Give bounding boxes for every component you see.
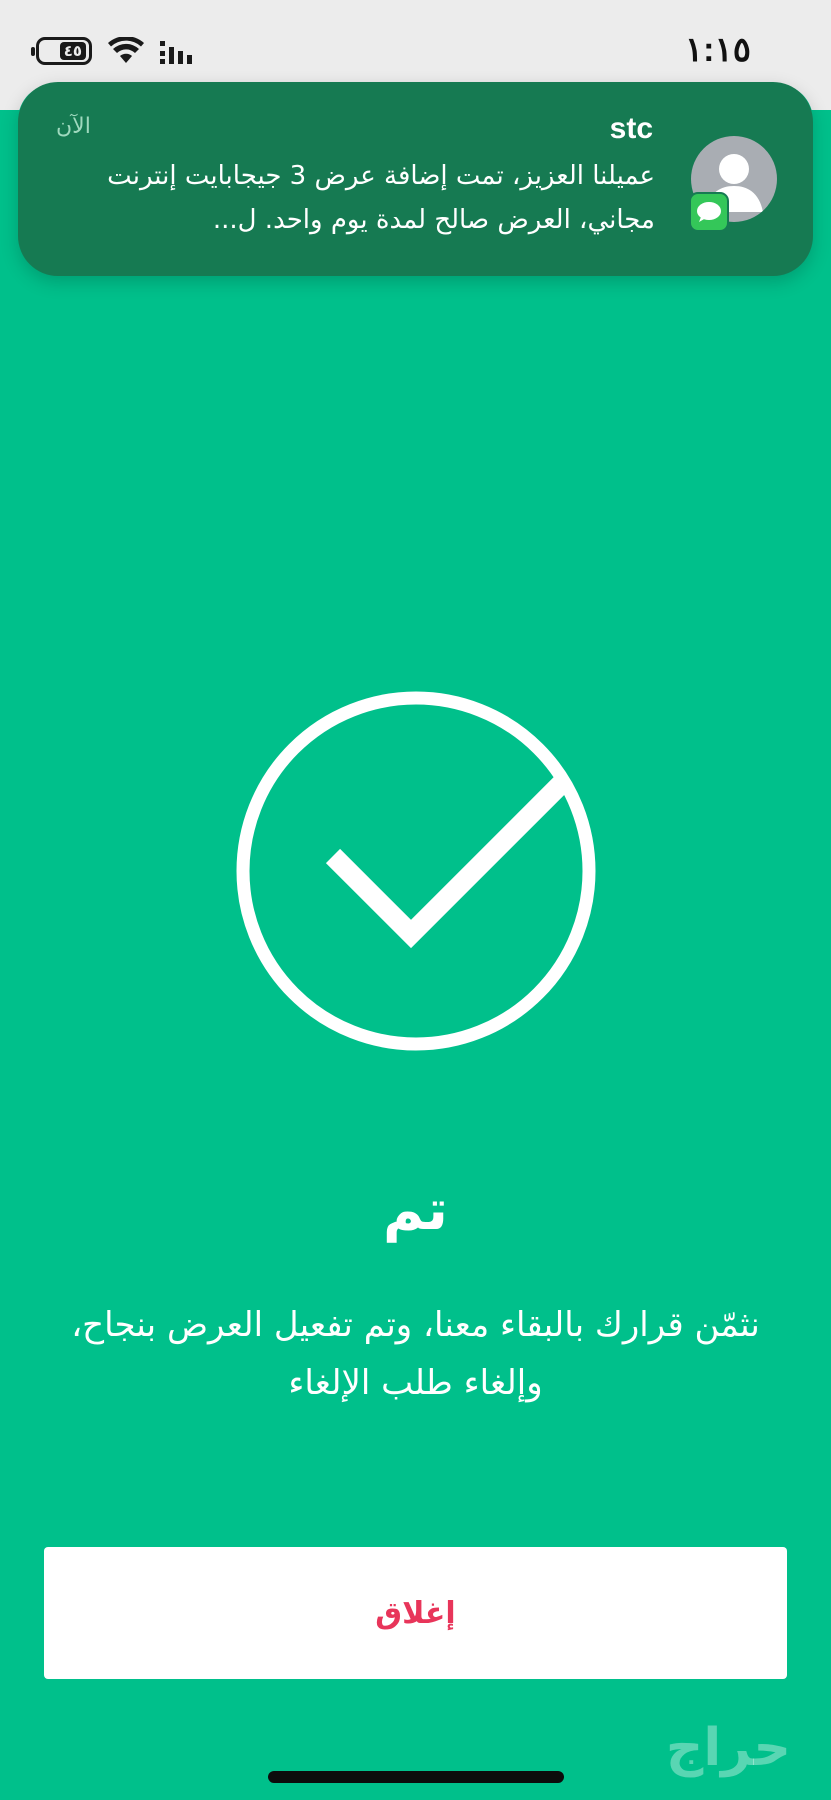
battery-level: ٤٥: [59, 42, 86, 60]
notification-body: عميلنا العزيز، تمت إضافة عرض 3 جيجابايت …: [107, 161, 655, 235]
wifi-icon: [108, 37, 144, 63]
success-check-icon: [236, 691, 596, 1051]
notification-time: الآن: [56, 114, 91, 139]
status-time: ١:١٥: [684, 31, 751, 69]
battery-icon: ٤٥: [31, 37, 92, 65]
notification-banner[interactable]: الآن stc عميلنا العزيز، تمت إضافة عرض 3 …: [18, 82, 813, 276]
home-indicator[interactable]: [268, 1771, 564, 1783]
messages-app-icon: [689, 192, 729, 232]
notification-sender: stc: [609, 112, 653, 145]
success-title: تم: [383, 1178, 448, 1243]
success-message: نثمّن قرارك بالبقاء معنا، وتم تفعيل العر…: [71, 1305, 760, 1403]
close-button[interactable]: إغلاق: [44, 1547, 787, 1679]
status-icons: ٤٥: [31, 34, 196, 68]
cellular-signal-icon: [160, 41, 192, 64]
watermark-logo: حراج: [665, 1718, 791, 1778]
